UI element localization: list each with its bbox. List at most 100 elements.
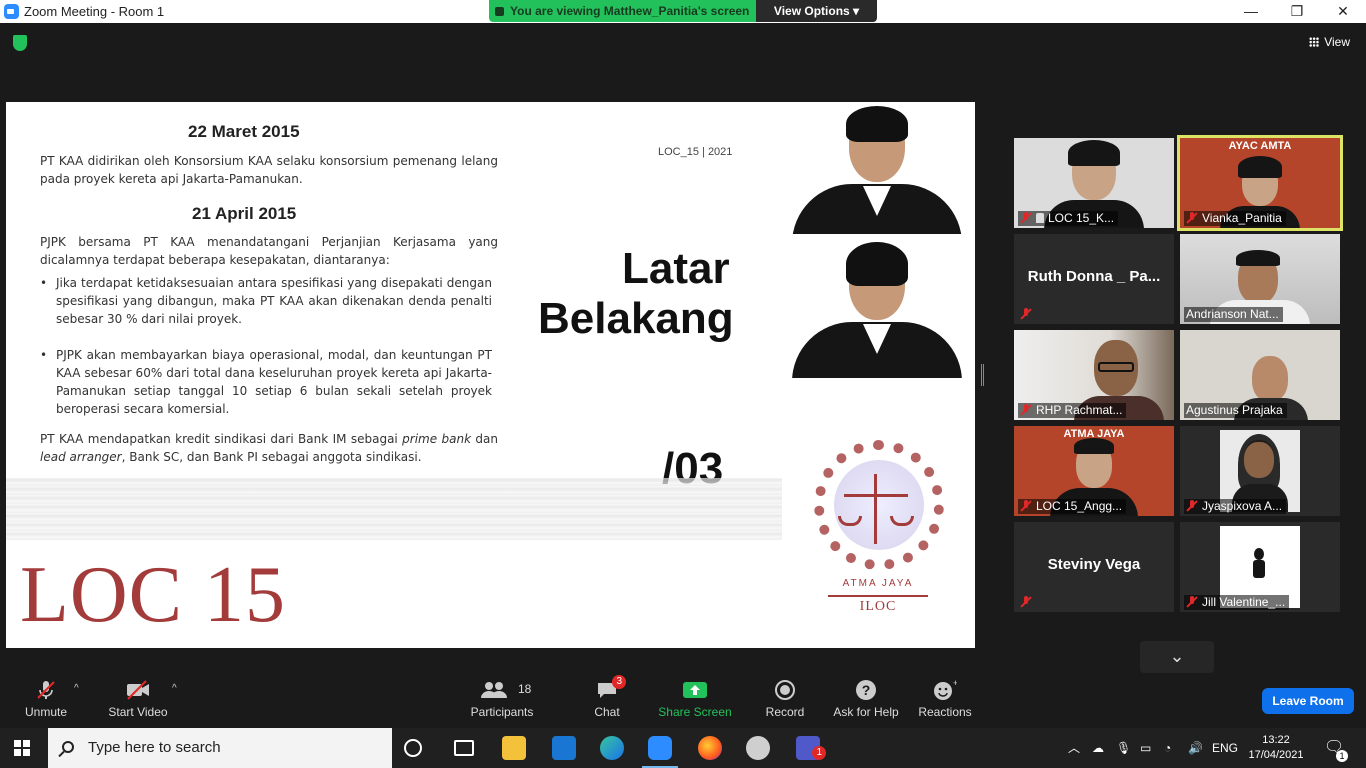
teams-icon[interactable]: 1: [796, 736, 826, 760]
zoom-taskbar-icon[interactable]: [642, 736, 678, 768]
hair: [1074, 438, 1114, 454]
app-icon[interactable]: [746, 736, 770, 760]
clock-time: 13:22: [1262, 734, 1290, 746]
participant-tile[interactable]: Andrianson Nat...: [1180, 234, 1340, 324]
chat-button[interactable]: 3 Chat: [586, 675, 628, 719]
participants-button[interactable]: 18 Participants: [466, 679, 538, 719]
leave-room-button[interactable]: Leave Room: [1262, 688, 1354, 714]
reactions-button[interactable]: + Reactions: [916, 678, 974, 719]
view-button[interactable]: View: [1309, 35, 1350, 49]
video-options-caret[interactable]: ^: [172, 683, 177, 694]
cortana-icon[interactable]: [404, 739, 422, 757]
ask-for-help-button[interactable]: ? Ask for Help: [830, 679, 902, 719]
notification-count-badge: 1: [1336, 750, 1348, 762]
participant-tile[interactable]: ATMA JAYA LOC 15_Angg...: [1014, 426, 1174, 516]
mic-muted-icon: [1020, 596, 1032, 608]
slide-footer-logo: LOC 15: [20, 551, 286, 639]
participant-tile-active-speaker[interactable]: AYAC AMTA Vianka_Panitia: [1177, 135, 1343, 231]
participant-nameplate: Andrianson Nat...: [1184, 307, 1283, 322]
notification-center-icon[interactable]: 🗨: [1324, 728, 1344, 768]
participant-tile[interactable]: Ruth Donna _ Pa...: [1014, 234, 1174, 324]
participant-name: Vianka_Panitia: [1202, 211, 1282, 225]
slide-paragraph-3: PT KAA mendapatkan kredit sindikasi dari…: [40, 430, 498, 466]
wifi-icon[interactable]: ◔: [1164, 728, 1171, 768]
slide-paragraph-1: PT KAA didirikan oleh Konsorsium KAA sel…: [40, 154, 498, 186]
microphone-icon[interactable]: 🎙: [1116, 728, 1131, 768]
participant-tile[interactable]: Agustinus Prajaka: [1180, 330, 1340, 420]
participant-name: Jill Valentine_...: [1202, 595, 1286, 609]
participants-count: 18: [518, 682, 532, 696]
maximize-button[interactable]: ❐: [1274, 1, 1320, 22]
language-indicator[interactable]: ENG: [1212, 728, 1238, 768]
security-shield-icon[interactable]: [13, 35, 27, 51]
unmute-button[interactable]: Unmute: [18, 679, 74, 719]
meeting-toolbar: Unmute ^ Start Video ^ 18 Participants 3…: [0, 673, 1366, 728]
grid-icon: [1309, 37, 1320, 47]
slide-blur-band: [6, 478, 782, 540]
audio-options-caret[interactable]: ^: [74, 683, 79, 694]
background-banner-text: AYAC AMTA: [1228, 140, 1292, 152]
participant-name: Agustinus Prajaka: [1186, 403, 1283, 417]
taskbar-clock[interactable]: 13:22 17/04/2021: [1246, 733, 1306, 763]
task-view-icon[interactable]: [454, 740, 474, 756]
participant-tile[interactable]: Jill Valentine_...: [1180, 522, 1340, 612]
viewing-message: You are viewing Matthew_Panitia's screen: [489, 0, 756, 22]
participant-tile[interactable]: LOC 15_K...: [1014, 138, 1174, 228]
participant-tile[interactable]: Steviny Vega: [1014, 522, 1174, 612]
participant-name: LOC 15_K...: [1048, 211, 1115, 225]
mic-muted-icon: [1020, 308, 1032, 320]
mic-muted-icon: [18, 679, 74, 701]
onedrive-icon[interactable]: ☁: [1092, 728, 1104, 768]
slide-heading-2: 21 April 2015: [192, 204, 297, 223]
participant-nameplate: Jill Valentine_...: [1184, 595, 1290, 610]
figure-head: [1254, 548, 1264, 560]
firefox-icon[interactable]: [698, 736, 722, 760]
participant-name-large: Steviny Vega: [1047, 556, 1141, 573]
mic-muted-icon: [1186, 212, 1198, 224]
volume-icon[interactable]: 🔊: [1188, 728, 1203, 768]
participant-tile[interactable]: Jyaspixova A...: [1180, 426, 1340, 516]
edge-browser-icon[interactable]: [600, 736, 624, 760]
gallery-next-page-button[interactable]: ⌄: [1140, 641, 1214, 673]
participant-tile[interactable]: RHP Rachmat...: [1014, 330, 1174, 420]
close-button[interactable]: ✕: [1320, 1, 1366, 22]
start-video-button[interactable]: Start Video: [104, 679, 172, 719]
mic-muted-icon: [1020, 212, 1032, 224]
split-resize-handle[interactable]: [981, 364, 984, 386]
slide-title-line-1: Latar: [622, 244, 730, 293]
help-icon: ?: [830, 679, 902, 701]
mail-icon[interactable]: [552, 736, 576, 760]
emblem-text-1: ATMA JAYA: [842, 578, 914, 589]
share-screen-icon: [656, 679, 734, 701]
file-explorer-icon[interactable]: [502, 736, 526, 760]
view-options-button[interactable]: View Options ▾: [756, 0, 877, 22]
share-screen-button[interactable]: Share Screen: [656, 679, 734, 719]
face: [1252, 356, 1288, 402]
battery-icon[interactable]: ▭: [1140, 728, 1151, 768]
presenter-video-1: [792, 102, 962, 234]
mic-muted-icon: [1020, 500, 1032, 512]
presenter-hair: [846, 242, 908, 286]
hair: [1068, 140, 1120, 166]
participant-name: LOC 15_Angg...: [1036, 499, 1123, 513]
pin-icon: [1036, 213, 1044, 223]
windows-start-icon[interactable]: [14, 740, 30, 756]
participants-icon: 18: [466, 679, 538, 701]
record-button[interactable]: Record: [762, 679, 808, 719]
para3-prefix: PT KAA mendapatkan kredit sindikasi dari…: [40, 432, 403, 446]
view-button-label: View: [1324, 35, 1350, 49]
atma-jaya-emblem: ATMA JAYA ILOC: [810, 424, 950, 624]
participants-label: Participants: [470, 705, 534, 719]
participant-nameplate: LOC 15_Angg...: [1018, 499, 1127, 514]
screen-share-banner: You are viewing Matthew_Panitia's screen…: [489, 0, 877, 22]
tray-expand-icon[interactable]: ︿: [1068, 728, 1080, 768]
hair: [1238, 156, 1282, 178]
participant-name: RHP Rachmat...: [1036, 403, 1123, 417]
participant-nameplate: Jyaspixova A...: [1184, 499, 1287, 514]
participant-name: Andrianson Nat...: [1186, 307, 1279, 321]
taskbar-search-box[interactable]: Type here to search: [48, 728, 392, 768]
minimize-button[interactable]: —: [1228, 1, 1274, 22]
video-off-icon: [104, 679, 172, 701]
unmute-label: Unmute: [24, 705, 68, 719]
slide-paragraph-2: PJPK bersama PT KAA menandatangani Perja…: [40, 235, 498, 267]
